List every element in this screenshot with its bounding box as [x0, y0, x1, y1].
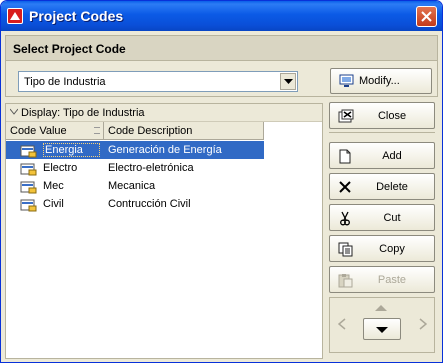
paste-button-label: Paste — [377, 274, 407, 286]
code-row[interactable]: Energia Generación de Energía — [6, 141, 264, 159]
primavera-app-icon — [7, 8, 23, 24]
code-folder-icon — [20, 199, 37, 212]
code-folder-icon — [20, 163, 37, 176]
move-left-icon[interactable] — [338, 318, 346, 330]
copy-button[interactable]: Copy — [329, 235, 435, 262]
column-header-code-value[interactable]: Code Value — [6, 122, 104, 140]
button-separator — [329, 132, 435, 133]
close-x-icon[interactable] — [416, 6, 437, 27]
dropdown-arrow-icon[interactable] — [280, 73, 296, 90]
move-up-icon[interactable] — [374, 304, 388, 312]
code-row[interactable]: Civil Contrucción Civil — [6, 195, 264, 213]
window-title: Project Codes — [29, 8, 124, 24]
move-down-icon — [376, 327, 388, 333]
monitor-edit-icon — [339, 74, 354, 87]
code-row[interactable]: Mec Mecanica — [6, 177, 264, 195]
paste-button[interactable]: Paste — [329, 266, 435, 293]
code-type-select-value: Tipo de Industria — [24, 76, 106, 88]
code-description: Generación de Energía — [108, 144, 222, 156]
column-header-code-description[interactable]: Code Description — [104, 122, 264, 140]
code-value: Electro — [43, 162, 78, 174]
add-button[interactable]: Add — [329, 142, 435, 169]
close-button[interactable]: Close — [329, 102, 435, 129]
title-bar[interactable]: Project Codes — [1, 1, 442, 31]
code-folder-icon — [20, 181, 37, 194]
group-by-row[interactable]: Display: Tipo de Industria — [6, 104, 322, 122]
modify-button[interactable]: Modify... — [330, 68, 432, 94]
cut-button[interactable]: Cut — [329, 204, 435, 231]
delete-button[interactable]: Delete — [329, 173, 435, 200]
move-down-button[interactable] — [363, 318, 401, 340]
sort-handle-icon — [94, 127, 100, 134]
code-value: Mec — [43, 180, 64, 192]
add-button-label: Add — [382, 150, 402, 162]
code-row[interactable]: Electro Electro-eletrónica — [6, 159, 264, 177]
cut-button-label: Cut — [383, 212, 401, 224]
code-folder-icon — [20, 145, 37, 158]
delete-button-label: Delete — [376, 181, 408, 193]
column-header-code-value-label: Code Value — [10, 125, 67, 137]
chevron-down-icon — [10, 108, 18, 115]
project-codes-dialog: Project Codes Select Project Code Tipo d… — [0, 0, 443, 363]
code-type-select[interactable]: Tipo de Industria — [18, 71, 298, 92]
code-value: Energia — [43, 143, 100, 157]
panel-title: Select Project Code — [13, 42, 126, 56]
code-description: Mecanica — [108, 180, 156, 192]
code-value: Civil — [43, 198, 64, 210]
code-description: Contrucción Civil — [108, 198, 191, 210]
code-list: Display: Tipo de Industria Code Value Co… — [5, 103, 323, 359]
code-description: Electro-eletrónica — [108, 162, 194, 174]
move-right-icon[interactable] — [419, 318, 427, 330]
close-button-label: Close — [377, 110, 407, 122]
move-navigation-pad — [329, 297, 435, 353]
select-code-panel: Select Project Code Tipo de Industria Mo… — [5, 35, 438, 97]
column-header-code-description-label: Code Description — [108, 125, 193, 137]
group-by-label: Display: Tipo de Industria — [21, 107, 145, 119]
modify-button-label: Modify... — [359, 75, 400, 87]
panel-header: Select Project Code — [6, 36, 437, 61]
copy-button-label: Copy — [379, 243, 405, 255]
